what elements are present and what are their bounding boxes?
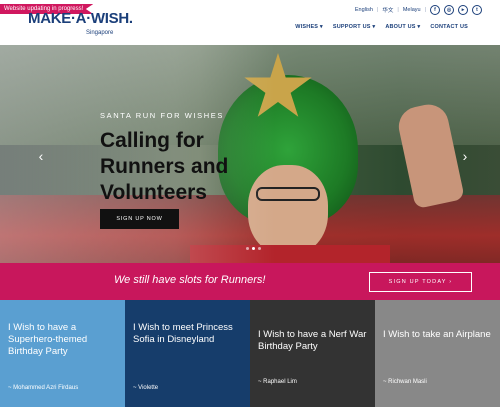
slider-dot[interactable] [258,247,261,250]
wish-tile-airplane[interactable]: I Wish to take an Airplane ~ Richwan Mas… [375,300,500,407]
wish-title: I Wish to take an Airplane [383,329,491,340]
sign-up-now-button[interactable]: SIGN UP NOW [100,209,179,229]
lang-english[interactable]: English [355,7,373,13]
slider-dot[interactable] [246,247,249,250]
divider: | [424,7,426,13]
wish-child-name: ~ Raphael Lim [258,379,297,385]
sign-up-today-button[interactable]: SIGN UP TODAY › [369,272,472,292]
logo-subtitle: Singapore [86,30,114,36]
wish-child-name: ~ Richwan Masli [383,379,427,385]
wish-tile-superhero[interactable]: I Wish to have a Superhero-themed Birthd… [0,300,125,407]
lang-malay[interactable]: Melayu [403,7,421,13]
nav-about-us[interactable]: ABOUT US ▾ [385,24,420,30]
main-nav: WISHES ▾ SUPPORT US ▾ ABOUT US ▾ CONTACT… [295,24,468,30]
divider: | [397,7,399,13]
slider-prev-icon[interactable]: ‹ [34,149,48,163]
slider-next-icon[interactable]: › [458,149,472,163]
hero-eyebrow: SANTA RUN FOR WISHES [100,111,224,120]
wish-child-name: ~ Mohammed Azri Firdaus [8,385,79,391]
divider: | [376,7,379,13]
twitter-icon[interactable]: t [472,5,482,15]
hero-headline: Calling for Runners and Volunteers [100,129,229,204]
nav-support-us[interactable]: SUPPORT US ▾ [333,24,375,30]
instagram-icon[interactable]: ◎ [444,5,454,15]
wish-title: I Wish to meet Princess Sofia in Disneyl… [133,322,233,345]
wish-title: I Wish to have a Superhero-themed Birthd… [8,322,88,357]
facebook-icon[interactable]: f [430,5,440,15]
nav-contact-us[interactable]: CONTACT US [430,24,468,30]
slider-dots [246,247,261,250]
wish-tile-nerf-war[interactable]: I Wish to have a Nerf War Birthday Party… [250,300,375,407]
site-header: Website updating in progress! MAKE·A·WIS… [0,0,500,44]
banner-text: We still have slots for Runners! [114,274,266,286]
slider-dot-active[interactable] [252,247,255,250]
wish-tiles: I Wish to have a Superhero-themed Birthd… [0,300,500,407]
nav-wishes[interactable]: WISHES ▾ [295,24,323,30]
make-a-wish-logo[interactable]: MAKE·A·WISH. Singapore [28,10,133,38]
runner-slots-banner: We still have slots for Runners! SIGN UP… [0,263,500,300]
youtube-icon[interactable]: ▸ [458,5,468,15]
logo-text: MAKE·A·WISH. [28,10,133,27]
wish-title: I Wish to have a Nerf War Birthday Party [258,329,367,352]
language-bar: English | 华文 | Melayu | f ◎ ▸ t [355,5,482,15]
wish-child-name: ~ Violette [133,385,159,391]
wish-tile-princess-sofia[interactable]: I Wish to meet Princess Sofia in Disneyl… [125,300,250,407]
lang-chinese[interactable]: 华文 [382,6,393,14]
hero-slider: SANTA RUN FOR WISHES Calling for Runners… [0,45,500,263]
